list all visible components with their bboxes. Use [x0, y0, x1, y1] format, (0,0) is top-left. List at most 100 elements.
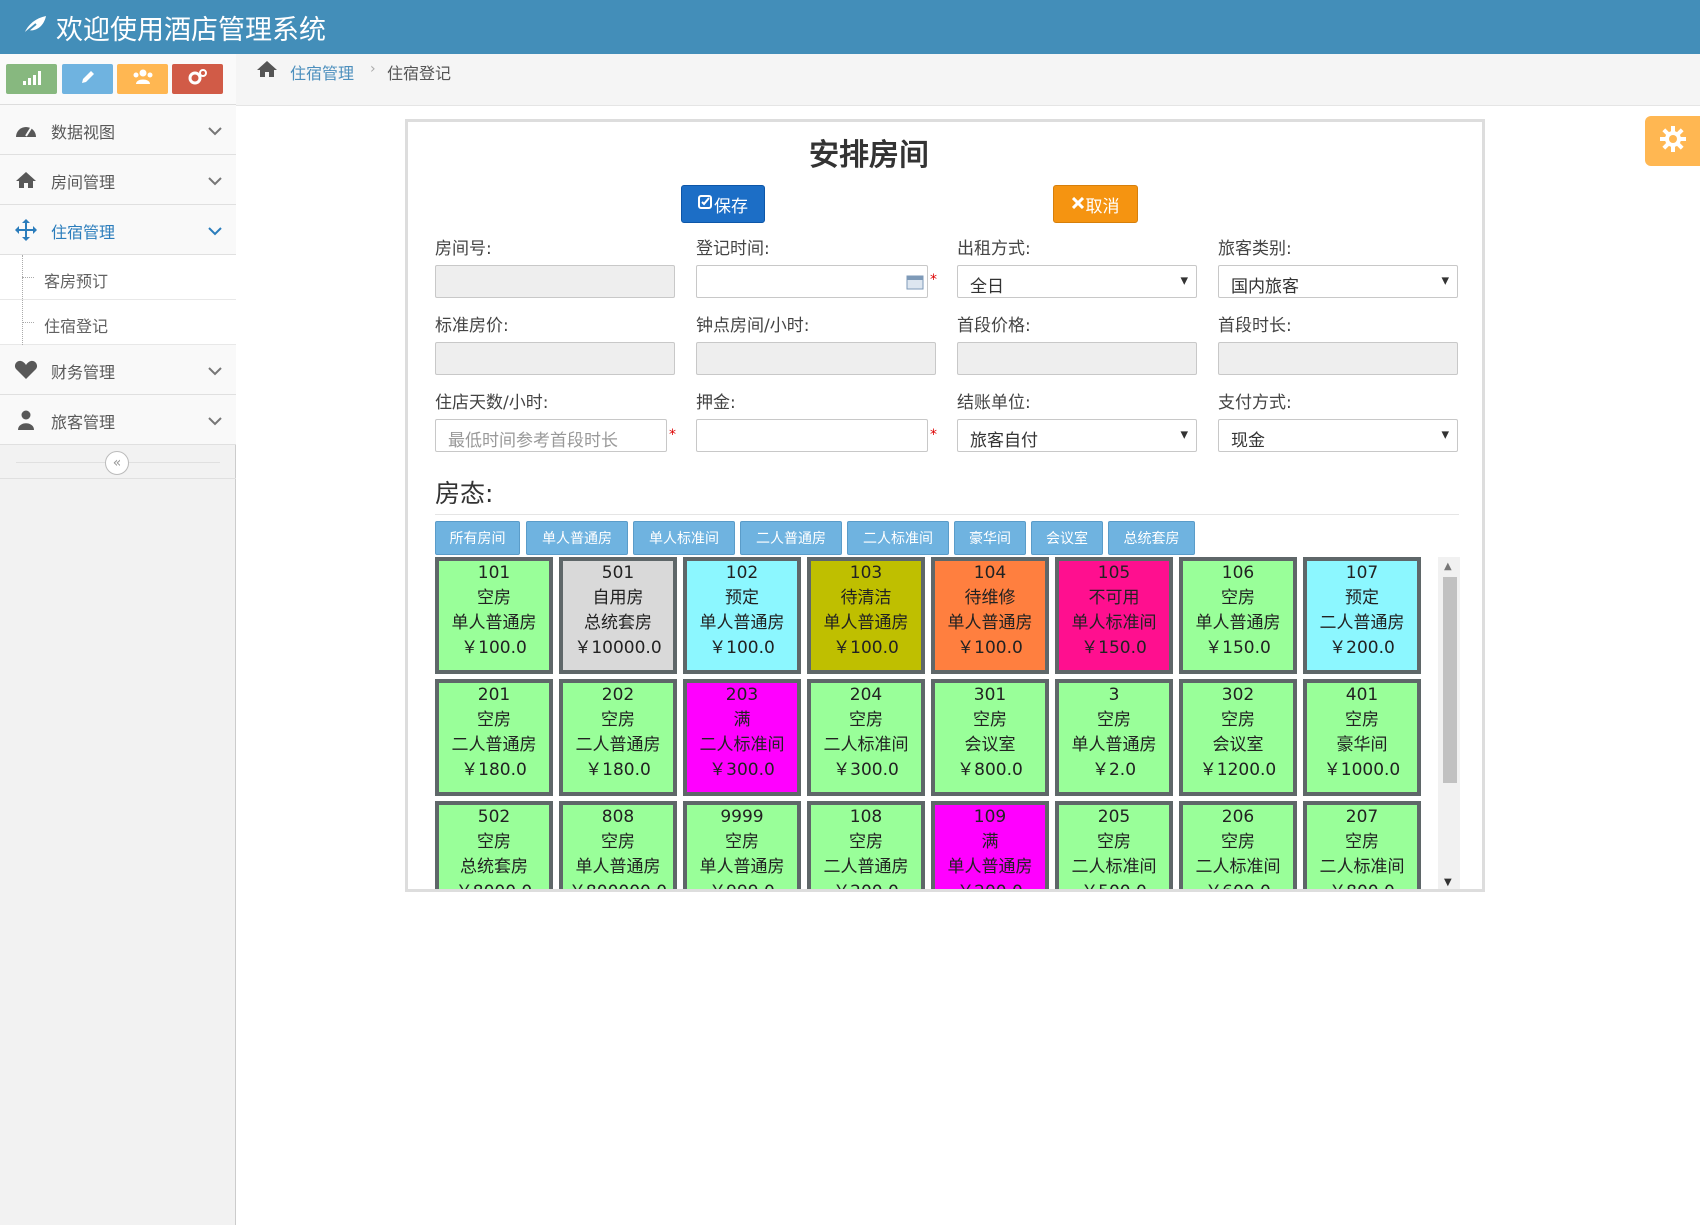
- sidebar-item-lodging-management[interactable]: 住宿管理: [0, 205, 236, 255]
- tree-line: [22, 255, 23, 345]
- room-price: ￥100.0: [957, 638, 1023, 658]
- room-no: 107: [1345, 563, 1379, 583]
- scroll-down-icon[interactable]: ▼: [1444, 877, 1452, 888]
- brand[interactable]: 欢迎使用酒店管理系统: [22, 8, 326, 46]
- filter-tab[interactable]: 会议室: [1031, 521, 1103, 555]
- first-duration-field[interactable]: [1218, 342, 1458, 375]
- room-status: 空房: [1345, 710, 1379, 730]
- sidebar-collapse-button[interactable]: «: [105, 451, 129, 475]
- room-no: 401: [1345, 685, 1379, 705]
- room-card[interactable]: 103 待清洁 单人普通房 ￥100.0: [807, 557, 925, 674]
- calendar-icon[interactable]: [906, 274, 924, 295]
- room-status: 空房: [477, 832, 511, 852]
- room-no: 3: [1108, 685, 1120, 705]
- room-status: 空房: [477, 710, 511, 730]
- room-type: 二人标准间: [1319, 857, 1405, 877]
- room-status: 空房: [1221, 588, 1255, 608]
- heart-icon: [14, 359, 38, 381]
- filter-tab[interactable]: 单人普通房: [526, 521, 628, 555]
- filter-tab[interactable]: 豪华间: [954, 521, 1026, 555]
- room-card[interactable]: 502 空房 总统套房 ￥8000.0: [435, 801, 553, 889]
- room-card[interactable]: 205 空房 二人标准间 ￥500.0: [1055, 801, 1173, 889]
- filter-tab[interactable]: 单人标准间: [633, 521, 735, 555]
- filter-tab[interactable]: 总统套房: [1108, 521, 1195, 555]
- stay-days-placeholder: 最低时间参考首段时长: [448, 431, 618, 451]
- checkin-time-field[interactable]: [696, 265, 928, 298]
- room-card[interactable]: 207 空房 二人标准间 ￥800.0: [1303, 801, 1421, 889]
- room-card[interactable]: 101 空房 单人普通房 ￥100.0: [435, 557, 553, 674]
- room-card[interactable]: 202 空房 二人普通房 ￥180.0: [559, 679, 677, 796]
- cancel-button[interactable]: 取消: [1053, 185, 1138, 223]
- deposit-input[interactable]: [696, 419, 928, 452]
- shortcut-edit-button[interactable]: [62, 64, 113, 94]
- room-price: ￥150.0: [1205, 638, 1271, 658]
- room-card[interactable]: 106 空房 单人普通房 ￥150.0: [1179, 557, 1297, 674]
- room-card[interactable]: 301 空房 会议室 ￥800.0: [931, 679, 1049, 796]
- room-card[interactable]: 501 自用房 总统套房 ￥10000.0: [559, 557, 677, 674]
- arrange-room-dialog: 安排房间 保存 取消 房间号: 登记时间: * 出租方式: 全日 旅客类别: 国…: [405, 119, 1485, 892]
- room-status-title: 房态:: [435, 479, 494, 508]
- room-card[interactable]: 206 空房 二人标准间 ￥600.0: [1179, 801, 1297, 889]
- breadcrumb-parent-link[interactable]: 住宿管理: [290, 60, 354, 84]
- home-icon[interactable]: [256, 60, 278, 82]
- room-no: 105: [1097, 563, 1131, 583]
- breadcrumb-current: 住宿登记: [387, 64, 452, 83]
- sidebar-item-guest-management[interactable]: 旅客管理: [0, 395, 236, 445]
- room-price: ￥100.0: [709, 638, 775, 658]
- std-price-field[interactable]: [435, 342, 675, 375]
- room-card[interactable]: 204 空房 二人标准间 ￥300.0: [807, 679, 925, 796]
- room-card[interactable]: 109 满单人普通房 ￥200.0: [931, 801, 1049, 889]
- room-type: 会议室: [964, 735, 1016, 755]
- room-no-field[interactable]: [435, 265, 675, 298]
- room-no: 205: [1097, 807, 1131, 827]
- room-no: 202: [601, 685, 635, 705]
- hourly-room-label: 钟点房间/小时:: [696, 316, 810, 336]
- user-icon: [14, 409, 38, 431]
- chevron-down-icon: [208, 411, 222, 430]
- room-card[interactable]: 102 预定 单人普通房 ￥100.0: [683, 557, 801, 674]
- room-type: 二人普通房: [575, 735, 661, 755]
- sidebar-item-room-management[interactable]: 房间管理: [0, 155, 236, 205]
- room-card[interactable]: 107 预定 二人普通房 ￥200.0: [1303, 557, 1421, 674]
- sidebar-item-data-view[interactable]: 数据视图: [0, 105, 236, 155]
- first-price-field[interactable]: [957, 342, 1197, 375]
- payment-select[interactable]: 现金: [1218, 419, 1458, 452]
- room-price: ￥1000.0: [1323, 760, 1401, 780]
- shortcut-stats-button[interactable]: [6, 64, 57, 94]
- rent-mode-select[interactable]: 全日: [957, 265, 1197, 298]
- room-no: 108: [849, 807, 883, 827]
- room-card[interactable]: 401 空房 豪华间 ￥1000.0: [1303, 679, 1421, 796]
- filter-tab[interactable]: 二人普通房: [740, 521, 842, 555]
- scrollbar-thumb[interactable]: [1443, 577, 1457, 783]
- room-type: 二人标准间: [1071, 857, 1157, 877]
- hourly-room-field[interactable]: [696, 342, 936, 375]
- stay-days-input[interactable]: 最低时间参考首段时长: [435, 419, 667, 452]
- room-price: ￥100.0: [461, 638, 527, 658]
- filter-tab[interactable]: 所有房间: [435, 521, 520, 555]
- room-card[interactable]: 201 空房 二人普通房 ￥180.0: [435, 679, 553, 796]
- guest-type-select[interactable]: 国内旅客: [1218, 265, 1458, 298]
- billing-unit-select[interactable]: 旅客自付: [957, 419, 1197, 452]
- room-card[interactable]: 104 待维修 单人普通房 ￥100.0: [931, 557, 1049, 674]
- room-card[interactable]: 108 空房 二人普通房 ￥200.0: [807, 801, 925, 889]
- save-button[interactable]: 保存: [681, 185, 765, 223]
- sidebar-item-label: 住宿管理: [51, 223, 116, 242]
- shortcut-users-button[interactable]: [117, 64, 168, 94]
- room-card[interactable]: 203 满二人标准间 ￥300.0: [683, 679, 801, 796]
- sidebar-subitem-checkin[interactable]: 住宿登记: [0, 300, 236, 345]
- filter-tab[interactable]: 二人标准间: [847, 521, 949, 555]
- room-grid-scrollbar[interactable]: ▲ ▼: [1438, 557, 1460, 889]
- home-icon: [14, 169, 38, 191]
- sidebar-item-label: 数据视图: [51, 123, 116, 142]
- room-price: ￥999.0: [709, 882, 775, 892]
- room-card[interactable]: 105 不可用 单人标准间 ￥150.0: [1055, 557, 1173, 674]
- sidebar-subitem-booking[interactable]: 客房预订: [0, 255, 236, 300]
- settings-toggle-button[interactable]: [1645, 116, 1700, 166]
- scroll-up-icon[interactable]: ▲: [1444, 561, 1452, 572]
- room-card[interactable]: 302 空房 会议室 ￥1200.0: [1179, 679, 1297, 796]
- room-card[interactable]: 3 空房 单人普通房 ￥2.0: [1055, 679, 1173, 796]
- room-card[interactable]: 9999 空房 单人普通房 ￥999.0: [683, 801, 801, 892]
- sidebar-item-finance[interactable]: 财务管理: [0, 345, 236, 395]
- room-card[interactable]: 808 空房 单人普通房 ￥800000.0: [559, 801, 677, 889]
- shortcut-settings-button[interactable]: [172, 64, 223, 94]
